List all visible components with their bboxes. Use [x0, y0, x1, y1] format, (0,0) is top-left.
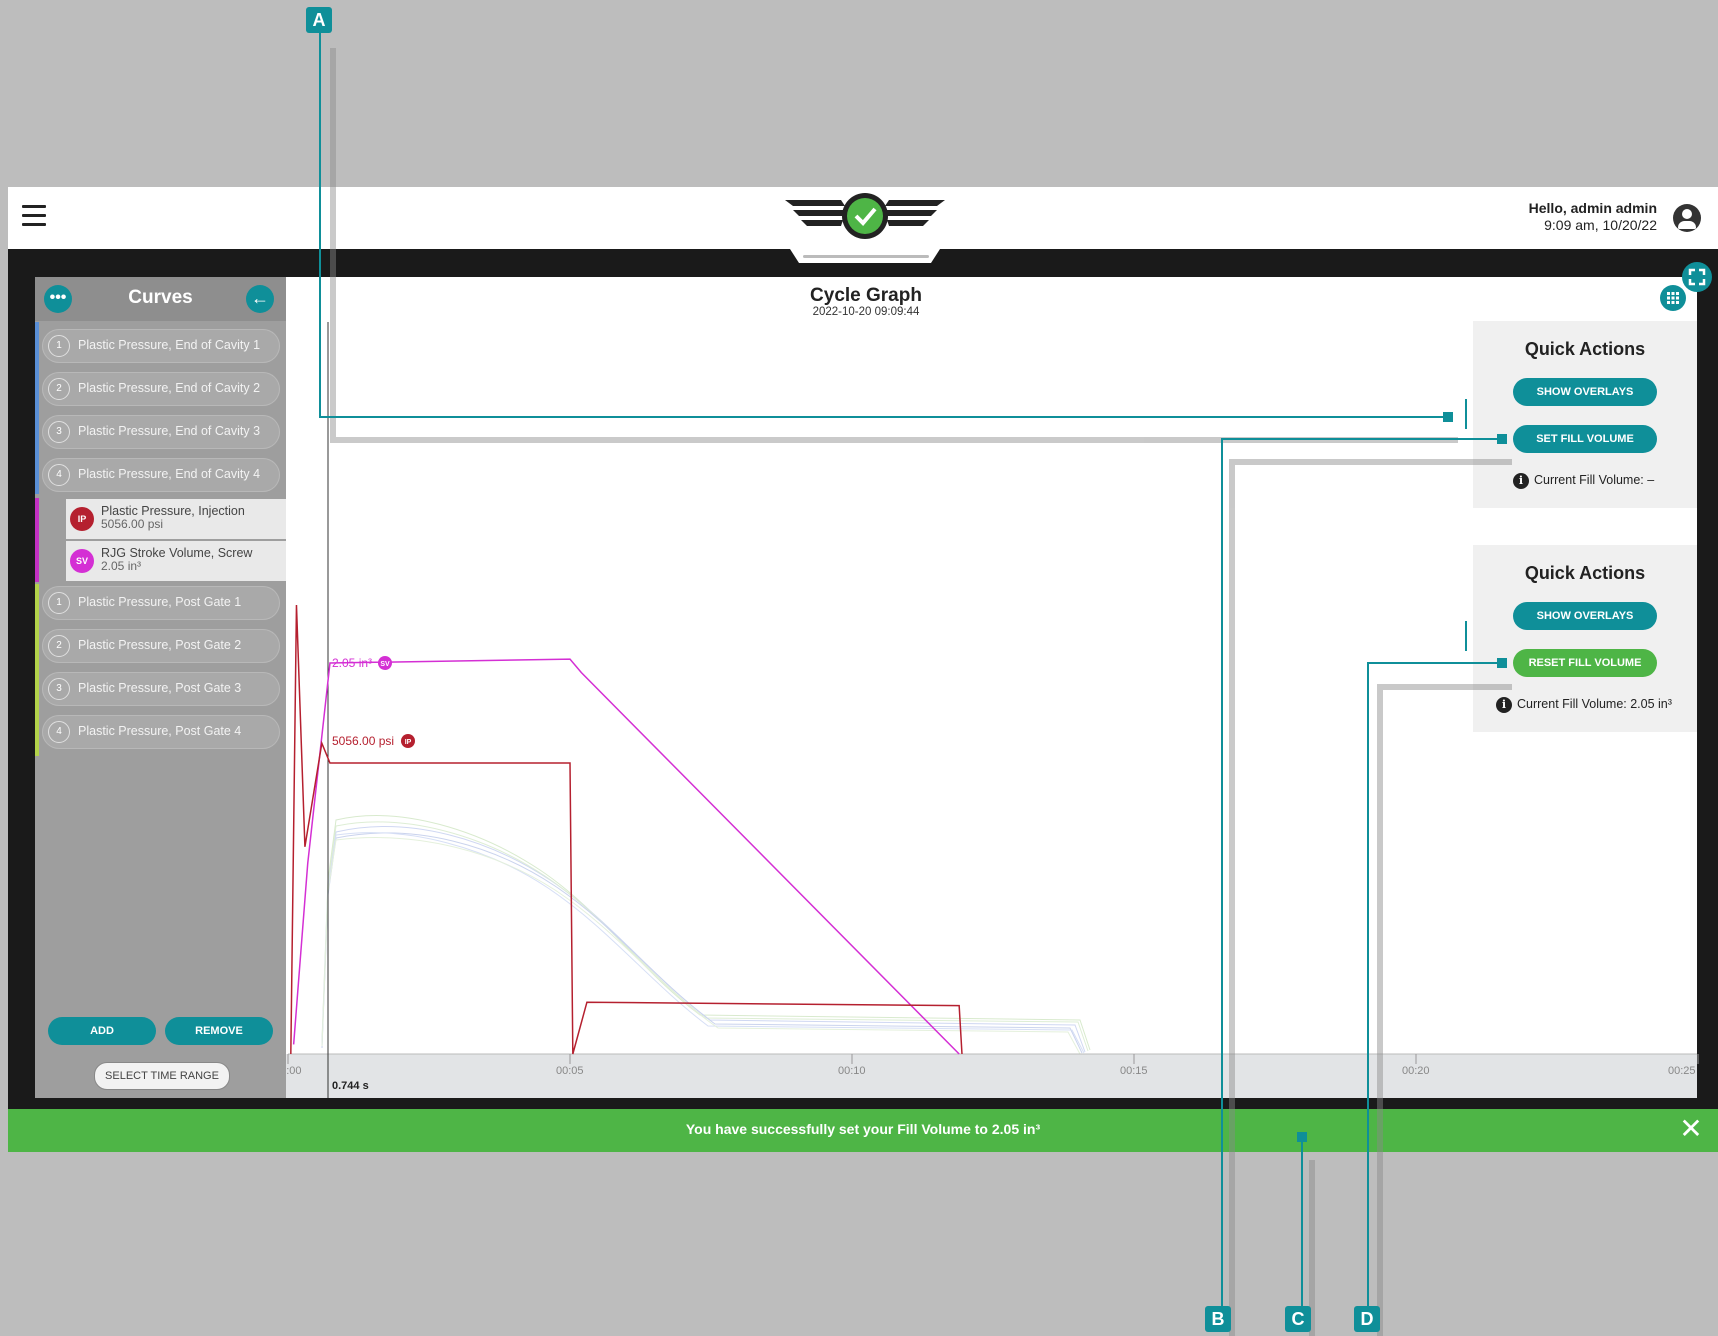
selected-curve-label: RJG Stroke Volume, Screw [101, 546, 253, 560]
curve-label: Plastic Pressure, End of Cavity 1 [78, 338, 261, 352]
sv-badge: SV [70, 549, 94, 573]
toast-message: You have successfully set your Fill Volu… [685, 1121, 1041, 1137]
curve-label: Plastic Pressure, Post Gate 3 [78, 681, 242, 695]
sv-badge-text: SV [380, 661, 390, 668]
curve-item[interactable]: 3 Plastic Pressure, End of Cavity 3 [42, 415, 280, 449]
ip-badge: IP [70, 507, 94, 531]
injection-pressure-series [290, 605, 963, 1055]
ip-value-label: 5056.00 psi [332, 734, 394, 748]
x-tick-label: 00:10 [838, 1065, 866, 1077]
curve-label: Plastic Pressure, End of Cavity 3 [78, 424, 261, 438]
curve-number: 4 [48, 464, 70, 486]
stroke-volume-series [292, 658, 960, 1055]
curve-label: Plastic Pressure, End of Cavity 2 [78, 381, 261, 395]
quick-actions-title: Quick Actions [1524, 339, 1646, 359]
curve-item[interactable]: 4 Plastic Pressure, End of Cavity 4 [42, 458, 280, 492]
selected-curve-value: 2.05 in³ [101, 559, 142, 573]
set-fill-volume-button[interactable]: SET FILL VOLUME [1513, 425, 1657, 453]
current-fill-volume: i Current Fill Volume: 2.05 in³ [1496, 697, 1672, 713]
curve-item[interactable]: 1 Plastic Pressure, End of Cavity 1 [42, 329, 280, 363]
curve-label: Plastic Pressure, Post Gate 1 [78, 595, 242, 609]
curve-number: 4 [48, 721, 70, 743]
cavity-group-stripe [35, 322, 39, 494]
curve-number: 3 [48, 678, 70, 700]
callout-label: D [1354, 1306, 1380, 1332]
callout-label: A [306, 7, 332, 33]
sv-value-label: 2.05 in³ [332, 656, 372, 670]
remove-button[interactable]: REMOVE [165, 1017, 273, 1045]
ip-badge-text: IP [405, 739, 412, 746]
selected-curve-value: 5056.00 psi [101, 517, 164, 531]
select-time-range-button[interactable]: SELECT TIME RANGE [94, 1062, 230, 1090]
curve-number: 2 [48, 635, 70, 657]
x-tick-label: 00:15 [1120, 1065, 1148, 1077]
quick-actions-panel: Quick Actions SHOW OVERLAYS RESET FILL V… [1465, 545, 1697, 732]
curve-item[interactable]: 2 Plastic Pressure, End of Cavity 2 [42, 372, 280, 406]
info-icon: i [1496, 697, 1512, 713]
fill-volume-text: Current Fill Volume: 2.05 in³ [1517, 697, 1672, 711]
add-button[interactable]: ADD [48, 1017, 156, 1045]
curve-number: 1 [48, 335, 70, 357]
selected-curve-ip[interactable]: IP Plastic Pressure, Injection 5056.00 p… [66, 499, 286, 539]
panel-accent-bar [1465, 621, 1467, 651]
callout-label: C [1285, 1306, 1311, 1332]
collapse-arrow-icon[interactable]: ← [246, 285, 274, 313]
x-tick-label: 00:20 [1402, 1065, 1430, 1077]
overlay-curves [321, 815, 1091, 1055]
x-tick-label: 00:25 [1668, 1065, 1696, 1077]
info-icon: i [1513, 473, 1529, 489]
postgate-group-stripe [35, 584, 39, 756]
selected-curve-sv[interactable]: SV RJG Stroke Volume, Screw 2.05 in³ [66, 541, 286, 581]
reset-fill-volume-button[interactable]: RESET FILL VOLUME [1513, 649, 1657, 677]
close-icon[interactable]: ✕ [1676, 1114, 1706, 1144]
curve-label: Plastic Pressure, Post Gate 2 [78, 638, 242, 652]
show-overlays-button[interactable]: SHOW OVERLAYS [1513, 378, 1657, 406]
curve-label: Plastic Pressure, End of Cavity 4 [78, 467, 261, 481]
curve-number: 2 [48, 378, 70, 400]
curve-number: 3 [48, 421, 70, 443]
callout-label: B [1205, 1306, 1231, 1332]
curve-label: Plastic Pressure, Post Gate 4 [78, 724, 242, 738]
panel-accent-bar [1465, 399, 1467, 429]
curve-item[interactable]: 1 Plastic Pressure, Post Gate 1 [42, 586, 280, 620]
curve-item[interactable]: 3 Plastic Pressure, Post Gate 3 [42, 672, 280, 706]
fill-volume-text: Current Fill Volume: – [1534, 473, 1655, 487]
curve-item[interactable]: 2 Plastic Pressure, Post Gate 2 [42, 629, 280, 663]
curve-number: 1 [48, 592, 70, 614]
selected-group-stripe [35, 498, 39, 582]
more-options-icon[interactable]: ••• [44, 285, 72, 313]
selected-curve-label: Plastic Pressure, Injection [101, 504, 245, 518]
current-fill-volume: i Current Fill Volume: – [1513, 473, 1654, 489]
show-overlays-button[interactable]: SHOW OVERLAYS [1513, 602, 1657, 630]
cursor-time-value: 0.744 s [332, 1080, 369, 1092]
curve-item[interactable]: 4 Plastic Pressure, Post Gate 4 [42, 715, 280, 749]
quick-actions-title: Quick Actions [1524, 563, 1646, 583]
x-tick-label: 00:05 [556, 1065, 584, 1077]
quick-actions-panel: Quick Actions SHOW OVERLAYS SET FILL VOL… [1465, 321, 1697, 508]
